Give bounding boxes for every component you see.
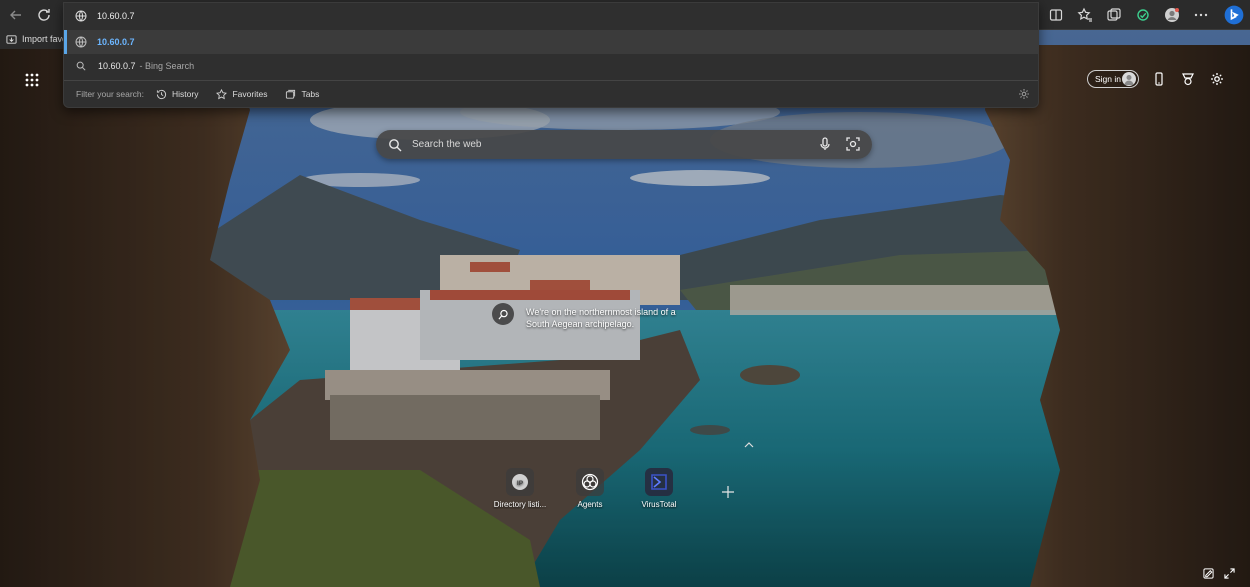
refresh-button[interactable] bbox=[33, 4, 55, 26]
suggestion-suffix: - Bing Search bbox=[139, 61, 195, 71]
add-shortcut-icon[interactable] bbox=[721, 485, 735, 499]
collections-icon bbox=[1107, 8, 1121, 21]
tabs-icon bbox=[286, 89, 296, 99]
copilot-button[interactable] bbox=[1222, 3, 1246, 27]
expand-icon[interactable] bbox=[1224, 568, 1235, 579]
import-icon bbox=[6, 34, 17, 44]
search-icon bbox=[76, 61, 86, 71]
mobile-icon[interactable] bbox=[1152, 72, 1166, 86]
quick-link-label: Agents bbox=[577, 500, 603, 509]
more-dots-icon bbox=[1194, 13, 1208, 17]
extension-button[interactable] bbox=[1132, 4, 1154, 26]
quick-link-virustotal[interactable]: VirusTotal bbox=[627, 468, 691, 509]
filter-history[interactable]: History bbox=[156, 89, 198, 100]
filter-history-label: History bbox=[172, 89, 199, 99]
sign-in-button[interactable]: Sign in bbox=[1087, 70, 1139, 88]
web-search-box[interactable]: Search the web bbox=[376, 130, 872, 159]
quick-link-label: Directory listi... bbox=[493, 500, 547, 509]
agents-icon bbox=[581, 473, 599, 491]
virustotal-icon bbox=[651, 474, 667, 490]
star-list-icon bbox=[1077, 7, 1092, 22]
ip-icon: IP bbox=[512, 474, 528, 490]
sign-in-label: Sign in bbox=[1095, 74, 1121, 84]
address-bar-dropdown: 10.60.0.7 10.60.0.7 10.60.0.7 - Bing Sea… bbox=[63, 2, 1039, 108]
chevron-up-icon[interactable] bbox=[744, 441, 754, 449]
suggestion-url[interactable]: 10.60.0.7 bbox=[64, 30, 1038, 54]
back-button[interactable] bbox=[5, 4, 27, 26]
split-screen-button[interactable] bbox=[1045, 4, 1067, 26]
extension-icon bbox=[1137, 9, 1149, 21]
avatar-icon bbox=[1165, 8, 1179, 22]
settings-gear-icon[interactable] bbox=[1210, 72, 1224, 86]
corner-controls bbox=[1203, 568, 1235, 579]
collections-button[interactable] bbox=[1103, 4, 1125, 26]
favorites-button[interactable] bbox=[1074, 4, 1096, 26]
quick-link-agents[interactable]: Agents bbox=[558, 468, 622, 509]
apps-grid-icon[interactable] bbox=[25, 73, 39, 87]
search-placeholder: Search the web bbox=[412, 139, 482, 150]
suggestion-text: 10.60.0.7 bbox=[98, 61, 136, 71]
profile-button[interactable] bbox=[1161, 4, 1183, 26]
edit-background-icon[interactable] bbox=[1203, 568, 1214, 579]
image-info-button[interactable] bbox=[492, 303, 514, 325]
import-favorites-label: Import favo bbox=[22, 34, 68, 44]
visual-search-icon[interactable] bbox=[846, 137, 860, 151]
svg-text:IP: IP bbox=[517, 480, 524, 487]
refresh-icon bbox=[38, 9, 50, 21]
globe-icon bbox=[75, 10, 87, 21]
suggestion-text: 10.60.0.7 bbox=[97, 37, 135, 47]
address-bar-url: 10.60.0.7 bbox=[97, 10, 135, 21]
arrow-left-icon bbox=[10, 10, 21, 20]
import-favorites-link[interactable]: Import favo bbox=[0, 29, 70, 49]
quick-link-tile: IP bbox=[506, 468, 534, 496]
microphone-icon[interactable] bbox=[818, 137, 832, 151]
quick-link-label: VirusTotal bbox=[641, 500, 677, 509]
image-caption[interactable]: We're on the northernmost island of a So… bbox=[526, 306, 696, 330]
search-icon bbox=[389, 138, 402, 151]
history-icon bbox=[156, 89, 167, 99]
suggestion-search[interactable]: 10.60.0.7 - Bing Search bbox=[64, 54, 1038, 78]
quick-link-directory[interactable]: IP Directory listi... bbox=[488, 468, 552, 509]
filter-tabs-label: Tabs bbox=[301, 89, 320, 99]
more-button[interactable] bbox=[1190, 4, 1212, 26]
filter-favorites[interactable]: Favorites bbox=[216, 88, 268, 100]
split-screen-icon bbox=[1049, 9, 1063, 21]
address-bar[interactable]: 10.60.0.7 bbox=[64, 3, 1038, 28]
star-icon bbox=[216, 88, 228, 99]
search-icon bbox=[497, 309, 508, 319]
filter-favorites-label: Favorites bbox=[232, 89, 268, 99]
filter-tabs[interactable]: Tabs bbox=[285, 89, 319, 100]
avatar-icon bbox=[1122, 72, 1136, 86]
rewards-icon[interactable] bbox=[1181, 72, 1195, 86]
quick-link-tile bbox=[576, 468, 604, 496]
settings-gear-icon[interactable] bbox=[1018, 88, 1030, 100]
search-filter-bar: Filter your search: History Favorites Ta… bbox=[64, 80, 1038, 107]
filter-label: Filter your search: bbox=[76, 89, 145, 99]
bing-icon bbox=[1224, 5, 1244, 25]
globe-icon bbox=[75, 36, 87, 48]
quick-link-tile bbox=[645, 468, 673, 496]
